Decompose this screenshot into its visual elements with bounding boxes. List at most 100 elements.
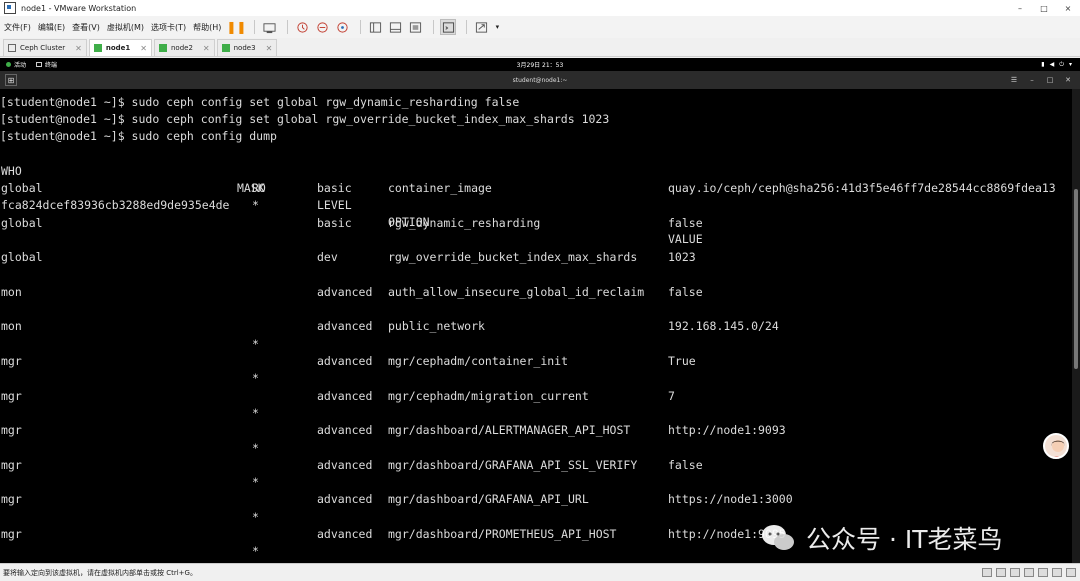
toolbar-separator [360, 20, 362, 34]
row-option: mgr/dashboard/GRAFANA_API_URL [388, 492, 589, 507]
row-who: mgr [1, 492, 22, 507]
stretch-guest-icon[interactable] [473, 19, 489, 35]
terminal-close-icon[interactable]: ✕ [1062, 74, 1074, 86]
row-value: quay.io/ceph/ceph@sha256:41d3f5e46ff7de2… [668, 181, 1056, 195]
table-row: mon advanced public_network 192.168.145.0/2… [0, 318, 1072, 335]
terminal-scrollbar[interactable] [1072, 89, 1080, 563]
table-row-continuation: * [0, 474, 1072, 491]
vm-icon [221, 44, 230, 52]
table-row: mgr advanced mgr/dashboard/GRAFANA_API_SSL… [0, 457, 1072, 474]
terminal-maximize-icon[interactable]: □ [1044, 74, 1056, 86]
table-row: global basic rgw_dynamic_resharding false [0, 215, 1072, 232]
row-option: container_image [388, 181, 492, 195]
scrollbar-thumb[interactable] [1074, 189, 1078, 369]
display-icon[interactable] [1052, 568, 1062, 577]
menu-help[interactable]: 帮助(H) [193, 22, 221, 33]
row-level: advanced [317, 457, 373, 472]
maximize-button[interactable]: □ [1032, 4, 1056, 13]
row-value: false [668, 457, 703, 472]
row-level: advanced [317, 284, 373, 299]
tab-label: node2 [170, 44, 193, 52]
new-tab-icon[interactable]: ⊞ [5, 74, 17, 86]
close-icon[interactable]: ✕ [75, 44, 82, 53]
sidebar-view-icon[interactable] [367, 19, 383, 35]
row-ro: * [252, 544, 259, 559]
row-level: advanced [317, 319, 373, 334]
status-hint: 要将输入定向到该虚拟机，请在虚拟机内部单击或按 Ctrl+G。 [3, 568, 197, 577]
menu-file[interactable]: 文件(F) [4, 22, 31, 33]
table-row-continuation: * [0, 336, 1072, 353]
tab-node1[interactable]: node1 ✕ [88, 39, 152, 56]
fullscreen-icon[interactable] [407, 19, 423, 35]
row-level: advanced [317, 527, 373, 541]
row-who: mgr [1, 457, 22, 472]
row-ro: * [252, 198, 259, 213]
row-who: global [1, 215, 43, 230]
toolbar-separator [466, 20, 468, 34]
terminal-menu-icon[interactable]: ☰ [1008, 74, 1020, 86]
row-level: basic [317, 181, 352, 195]
row-value: 192.168.145.0/24 [668, 319, 779, 334]
close-icon[interactable]: ✕ [203, 44, 210, 53]
revert-snapshot-icon[interactable] [314, 19, 330, 35]
row-ro: * [252, 336, 259, 351]
tab-ceph-cluster[interactable]: Ceph Cluster ✕ [3, 39, 87, 56]
terminal-icon [36, 62, 43, 67]
terminal-minimize-icon[interactable]: – [1026, 74, 1038, 86]
sound-icon[interactable] [1038, 568, 1048, 577]
network-adapter-icon[interactable] [1010, 568, 1020, 577]
row-who: mgr [1, 354, 22, 368]
close-button[interactable]: × [1056, 4, 1080, 13]
row-who: global [1, 181, 43, 195]
close-icon[interactable]: ✕ [140, 44, 147, 53]
hdd-icon[interactable] [982, 568, 992, 577]
row-option: mgr/cephadm/migration_current [388, 388, 589, 403]
terminal-app-label: 终端 [45, 62, 58, 69]
tab-node3[interactable]: node3 ✕ [216, 39, 278, 56]
console-view-icon[interactable] [440, 19, 457, 35]
table-row: mgr advanced mgr/dashboard/ALERTMANAGER_AP… [0, 422, 1072, 439]
table-row-continuation: * [0, 370, 1072, 387]
row-option: public_network [388, 319, 485, 334]
gnome-top-bar: 活动 终端 3月29日 21：53 ▮ ◀ ⏻ ▾ [0, 58, 1080, 71]
menu-edit[interactable]: 编辑(E) [38, 22, 65, 33]
chevron-down-icon[interactable]: ▾ [493, 19, 501, 35]
tab-node2[interactable]: node2 ✕ [153, 39, 215, 56]
send-ctrl-alt-del-icon[interactable] [261, 19, 277, 35]
row-option: mgr/dashboard/ALERTMANAGER_API_HOST [388, 423, 631, 438]
row-who: mgr [1, 388, 22, 403]
avatar [1043, 433, 1069, 459]
system-tray[interactable]: ▮ ◀ ⏻ ▾ [1036, 61, 1072, 69]
table-row-continuation: * [0, 440, 1072, 457]
clock[interactable]: 3月29日 21：53 [517, 60, 564, 69]
minimize-button[interactable]: – [1008, 4, 1032, 13]
row-ro: * [252, 371, 259, 386]
menu-view[interactable]: 查看(V) [72, 22, 100, 33]
row-ro: * [252, 475, 259, 490]
activities-button[interactable]: 活动 [6, 60, 26, 69]
menu-vm[interactable]: 虚拟机(M) [107, 22, 144, 33]
row-value: false [668, 215, 703, 230]
window-title: node1 - VMware Workstation [21, 3, 137, 13]
home-icon [8, 44, 16, 52]
pause-icon[interactable]: ❚❚ [226, 19, 246, 35]
terminal-output[interactable]: [student@node1 ~]$ sudo ceph config set … [0, 89, 1072, 563]
toolbar-separator [433, 20, 435, 34]
row-level: dev [317, 250, 338, 265]
table-row-continuation: fca824dcef83936cb3288ed9de935e4de * [0, 197, 1072, 214]
table-row: global basic container_image quay.io/ceph/c… [0, 180, 1072, 197]
close-icon[interactable]: ✕ [266, 44, 273, 53]
terminal-app-menu[interactable]: 终端 [36, 60, 57, 69]
watermark-text: 公众号 · IT老菜鸟 [806, 525, 1003, 554]
menu-tabs[interactable]: 选项卡(T) [151, 22, 186, 33]
table-row: mon advanced auth_allow_insecure_global_id… [0, 284, 1072, 301]
message-icon[interactable] [1066, 568, 1076, 577]
snapshot-manager-icon[interactable] [334, 19, 350, 35]
row-who: global [1, 250, 43, 265]
row-option: rgw_dynamic_resharding [388, 215, 541, 230]
cdrom-icon[interactable] [996, 568, 1006, 577]
snapshot-icon[interactable] [294, 19, 310, 35]
thumbnail-view-icon[interactable] [387, 19, 403, 35]
volume-icon: ◀ [1049, 60, 1055, 68]
usb-icon[interactable] [1024, 568, 1034, 577]
